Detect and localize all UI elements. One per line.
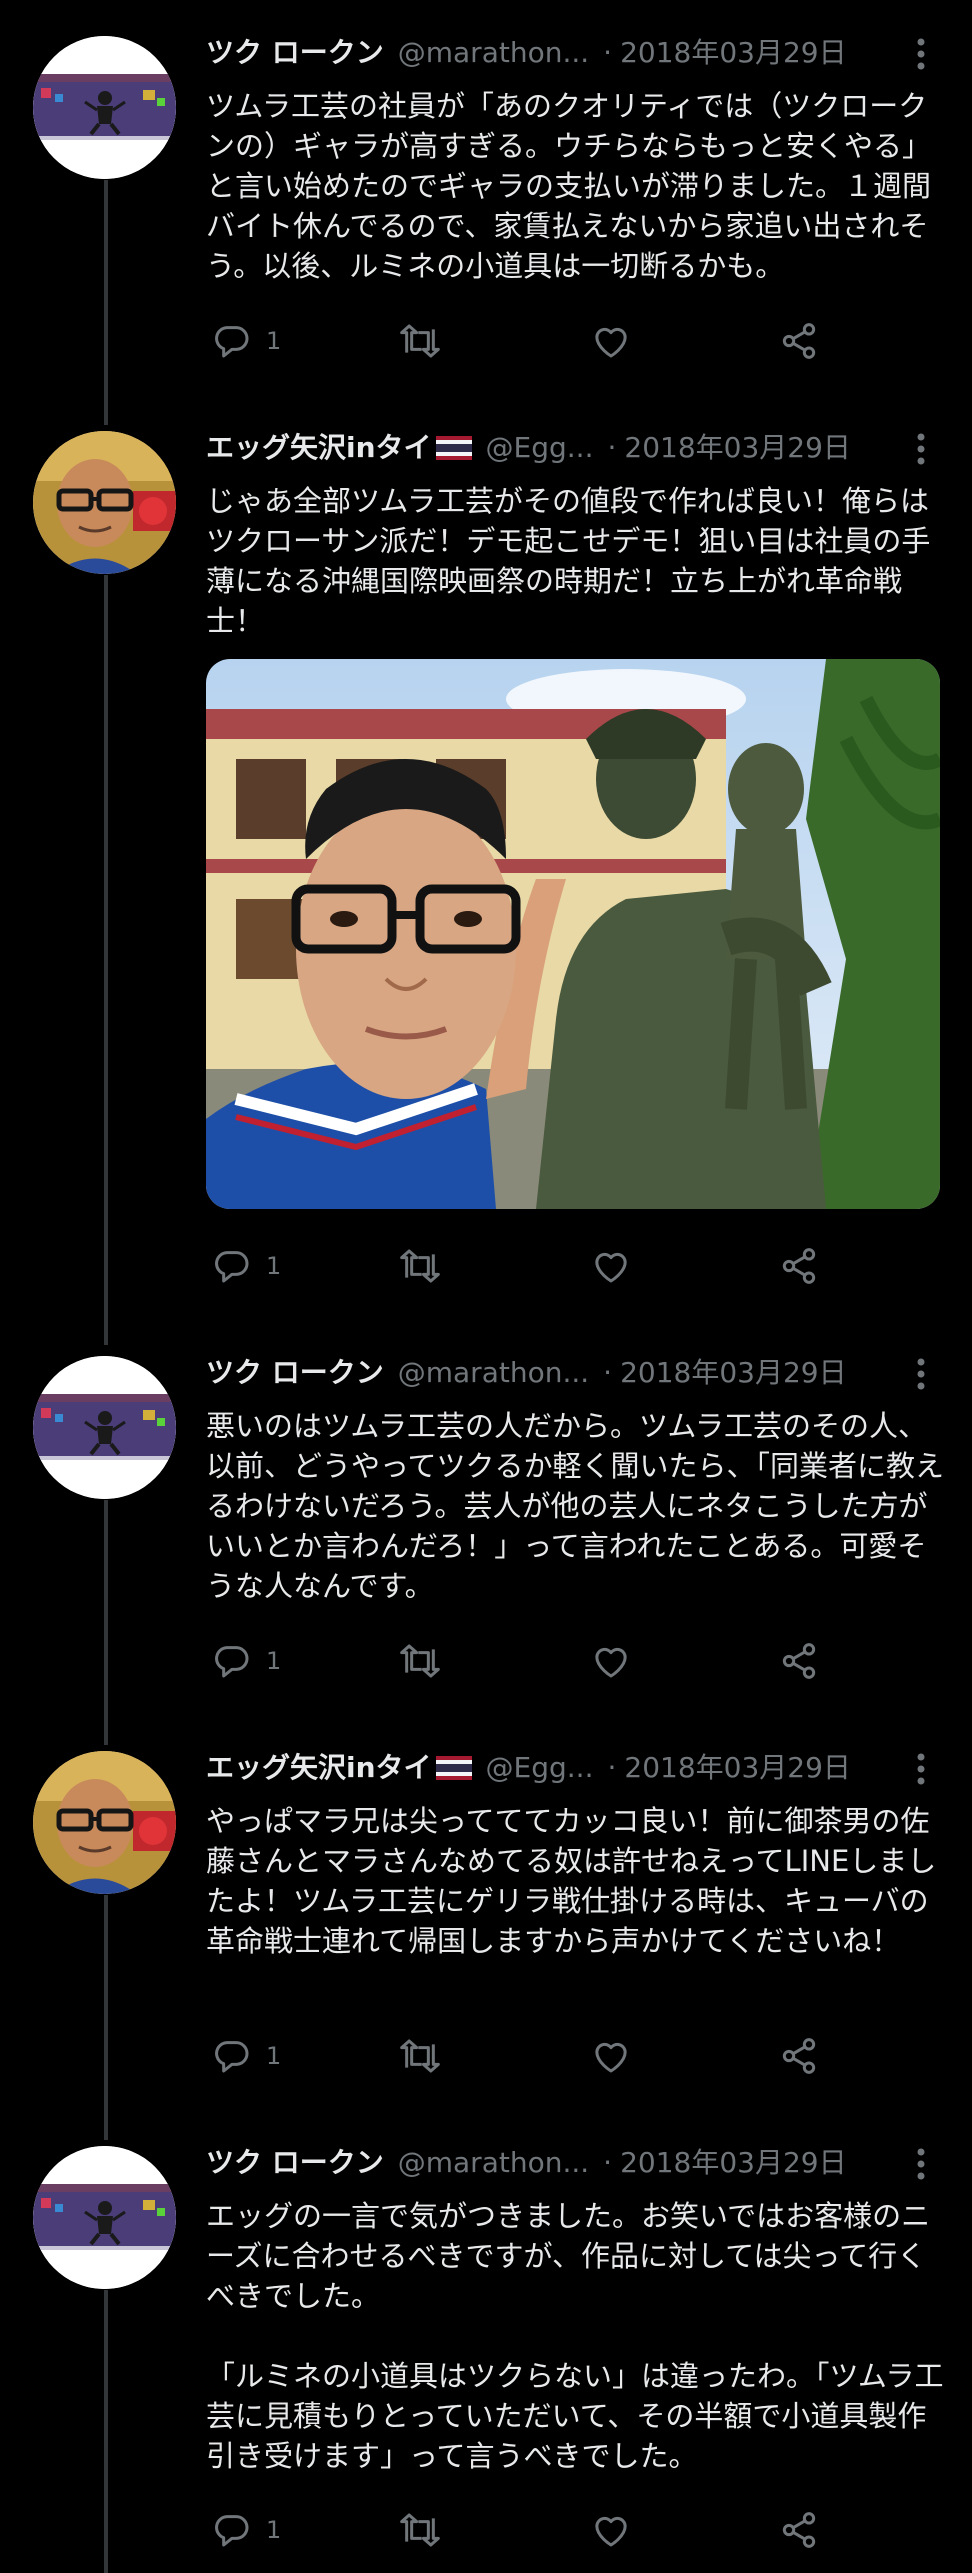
like-button[interactable] [590,1241,632,1291]
tweet-text: エッグの一言で気がつきました。お笑いではお客様のニーズに合わせるべきですが、作品… [206,2199,944,2473]
user-handle[interactable]: @marathon... [398,36,589,69]
like-icon [595,327,627,358]
retweet-button[interactable] [398,316,442,366]
retweet-icon [400,1249,440,1283]
action-bar: 1 [206,316,926,366]
avatar[interactable] [33,431,176,574]
like-icon [595,2042,627,2073]
tweet[interactable]: ツク ロークン @marathon... · 2018年03月29日 エッグの一言で気… [0,2110,972,2573]
reply-button[interactable]: 1 [212,1241,281,1291]
reply-count: 1 [266,2516,282,2544]
avatar[interactable] [33,1356,176,1499]
reply-button[interactable]: 1 [212,2031,281,2081]
like-button[interactable] [590,2031,632,2081]
tweet-date[interactable]: 2018年03月29日 [620,36,847,69]
avatar[interactable] [33,2146,176,2289]
display-name[interactable]: エッグ矢沢inタイ [206,1751,432,1784]
tweet-header: エッグ矢沢inタイ @Egg... · 2018年03月29日 [206,1743,946,1793]
display-name[interactable]: エッグ矢沢inタイ [206,431,432,464]
separator-dot: · [607,1751,617,1784]
action-bar: 1 [206,2031,926,2081]
user-handle[interactable]: @marathon... [398,1356,589,1389]
action-bar: 1 [206,1241,926,1291]
more-icon[interactable] [906,429,936,469]
share-icon [782,1248,816,1284]
reply-icon [215,2515,249,2547]
share-button[interactable] [778,1241,820,1291]
separator-dot: · [603,1356,613,1389]
reply-count: 1 [266,1252,282,1280]
tweet-text: やっぱマラ兄は尖ってててカッコ良い！前に御茶男の佐藤さんとマラさんなめてる奴は許… [206,1804,937,1958]
display-name[interactable]: ツク ロークン [206,2146,384,2179]
tweet-header: ツク ロークン @marathon... · 2018年03月29日 [206,1348,946,1398]
share-icon [782,2038,816,2074]
tweet-date[interactable]: 2018年03月29日 [620,1356,847,1389]
reply-icon [215,1646,249,1678]
separator-dot: · [603,36,613,69]
share-icon [782,1643,816,1679]
reply-count: 1 [266,1647,282,1675]
tweet-text: ツムラ工芸の社員が「あのクオリティでは（ツクロークンの）ギャラが高すぎる。ウチら… [206,89,932,283]
thai-flag-icon [435,1756,472,1780]
share-icon [782,323,816,359]
tweet-date[interactable]: 2018年03月29日 [620,2146,847,2179]
retweet-button[interactable] [398,2505,442,2555]
separator-dot: · [607,431,617,464]
share-button[interactable] [778,1636,820,1686]
share-button[interactable] [778,2031,820,2081]
tweet-header: ツク ロークン @marathon... · 2018年03月29日 [206,2138,946,2188]
tweet-text: じゃあ全部ツムラ工芸がその値段で作れば良い！俺らはツクローサン派だ！デモ起こせデ… [206,484,931,638]
like-icon [595,1647,627,1678]
user-handle[interactable]: @Egg... [486,431,594,464]
like-button[interactable] [590,1636,632,1686]
tweet-photo[interactable] [206,659,940,1209]
retweet-icon [400,324,440,358]
like-icon [595,2516,627,2547]
user-handle[interactable]: @marathon... [398,2146,589,2179]
reply-icon [215,1251,249,1283]
reply-button[interactable]: 1 [212,2505,281,2555]
retweet-icon [400,2513,440,2547]
display-name[interactable]: ツク ロークン [206,36,384,69]
share-button[interactable] [778,316,820,366]
avatar[interactable] [33,36,176,179]
reply-button[interactable]: 1 [212,316,281,366]
tweet[interactable]: エッグ矢沢inタイ @Egg... · 2018年03月29日 やっぱマラ兄は尖ってて… [0,1715,972,2115]
reply-icon [215,326,249,358]
retweet-button[interactable] [398,1636,442,1686]
thai-flag-icon [435,436,472,460]
tweet-header: ツク ロークン @marathon... · 2018年03月29日 [206,28,946,78]
like-icon [595,1252,627,1283]
action-bar: 1 [206,1636,926,1686]
more-icon[interactable] [906,2144,936,2184]
retweet-button[interactable] [398,1241,442,1291]
tweet[interactable]: ツク ロークン @marathon... · 2018年03月29日 ツムラ工芸の社員… [0,0,972,400]
separator-dot: · [603,2146,613,2179]
action-bar: 1 [206,2505,926,2555]
tweet-date[interactable]: 2018年03月29日 [624,1751,851,1784]
reply-count: 1 [266,327,282,355]
share-button[interactable] [778,2505,820,2555]
like-button[interactable] [590,316,632,366]
retweet-icon [400,1644,440,1678]
display-name[interactable]: ツク ロークン [206,1356,384,1389]
user-handle[interactable]: @Egg... [486,1751,594,1784]
reply-count: 1 [266,2042,282,2070]
tweet-text: 悪いのはツムラ工芸の人だから。ツムラ工芸のその人、以前、どうやってツクるか軽く聞… [206,1409,945,1603]
more-icon[interactable] [906,34,936,74]
reply-button[interactable]: 1 [212,1636,281,1686]
like-button[interactable] [590,2505,632,2555]
tweet-header: エッグ矢沢inタイ @Egg... · 2018年03月29日 [206,423,946,473]
more-icon[interactable] [906,1354,936,1394]
tweet-date[interactable]: 2018年03月29日 [624,431,851,464]
retweet-button[interactable] [398,2031,442,2081]
reply-icon [215,2041,249,2073]
avatar[interactable] [33,1751,176,1894]
tweet[interactable]: エッグ矢沢inタイ @Egg... · 2018年03月29日 じゃあ全部ツムラ工芸が… [0,395,972,1325]
more-icon[interactable] [906,1749,936,1789]
tweet[interactable]: ツク ロークン @marathon... · 2018年03月29日 悪いのはツムラ工… [0,1320,972,1720]
retweet-icon [400,2039,440,2073]
share-icon [782,2512,816,2548]
